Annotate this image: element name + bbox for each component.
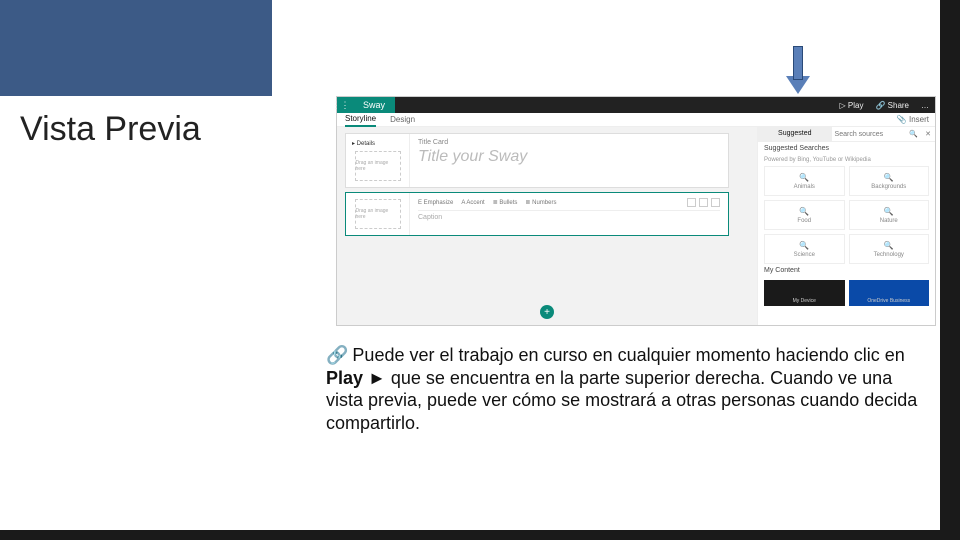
insert-button[interactable]: 📎 Insert <box>897 113 929 127</box>
storyline-area: ▸ Details Drag an image here Title Card … <box>337 127 757 325</box>
delete-icon[interactable] <box>711 198 720 207</box>
slide-title: Vista Previa <box>20 110 201 149</box>
tab-storyline[interactable]: Storyline <box>345 113 376 127</box>
suggested-item[interactable]: 🔍Food <box>764 200 845 230</box>
close-icon[interactable]: ✕ <box>921 127 935 141</box>
details-toggle[interactable]: ▸ Details <box>352 140 375 147</box>
title-card[interactable]: ▸ Details Drag an image here Title Card … <box>345 133 729 188</box>
search-icon: 🔍 <box>884 173 894 182</box>
panel-hint: Powered by Bing, YouTube or Wikipedia <box>758 154 935 166</box>
numbers-button[interactable]: ≣ Numbers <box>525 199 556 206</box>
search-icon[interactable]: 🔍 <box>909 130 918 138</box>
suggested-item[interactable]: 🔍Technology <box>849 234 930 264</box>
waffle-icon[interactable]: ⋮⋮⋮ <box>337 97 353 113</box>
search-icon: 🔍 <box>884 207 894 216</box>
right-strip <box>940 96 960 540</box>
more-icon[interactable]: … <box>915 101 935 110</box>
slide-body: 🔗Puede ver el trabajo en curso en cualqu… <box>326 344 926 434</box>
play-button[interactable]: ▷ Play <box>834 101 870 110</box>
share-button[interactable]: 🔗 Share <box>869 101 915 110</box>
accent-button[interactable]: A Accent <box>461 200 484 206</box>
sway-tabs: Storyline Design 📎 Insert <box>337 113 935 127</box>
slide: Vista Previa ⋮⋮⋮ Sway ▷ Play 🔗 Share … S… <box>0 0 940 530</box>
link-icon[interactable] <box>687 198 696 207</box>
sway-topbar: ⋮⋮⋮ Sway ▷ Play 🔗 Share … <box>337 97 935 113</box>
sway-screenshot: ⋮⋮⋮ Sway ▷ Play 🔗 Share … Storyline Desi… <box>336 96 936 326</box>
pointer-arrow <box>786 46 810 94</box>
panel-tab-suggested[interactable]: Suggested <box>758 127 832 141</box>
suggested-item[interactable]: 🔍Backgrounds <box>849 166 930 196</box>
side-bar <box>0 0 272 96</box>
search-icon: 🔍 <box>799 173 809 182</box>
search-icon: 🔍 <box>799 241 809 250</box>
text-toolbar: E Emphasize A Accent ≣ Bullets ≣ Numbers <box>418 198 720 211</box>
insert-panel: Suggested Search sources 🔍 ✕ Suggested S… <box>757 127 935 325</box>
mycontent-onedrive[interactable]: OneDrive Business <box>849 280 930 306</box>
brand-label: Sway <box>353 97 395 113</box>
image-dropzone[interactable]: Drag an image here <box>355 199 401 229</box>
search-input[interactable]: Search sources <box>835 131 884 138</box>
search-icon: 🔍 <box>799 207 809 216</box>
mycontent-device[interactable]: My Device <box>764 280 845 306</box>
text-card[interactable]: Drag an image here E Emphasize A Accent … <box>345 192 729 236</box>
suggested-item[interactable]: 🔍Nature <box>849 200 930 230</box>
suggested-item[interactable]: 🔍Science <box>764 234 845 264</box>
card-label: Title Card <box>418 139 720 146</box>
caption-input[interactable]: Caption <box>418 214 720 221</box>
add-card-button[interactable]: + <box>540 305 554 319</box>
search-icon: 🔍 <box>884 241 894 250</box>
bullet-icon: 🔗 <box>326 345 348 365</box>
heading-icon[interactable] <box>699 198 708 207</box>
suggested-item[interactable]: 🔍Animals <box>764 166 845 196</box>
section-suggested: Suggested Searches <box>758 142 935 154</box>
section-mycontent: My Content <box>758 264 935 276</box>
tab-design[interactable]: Design <box>390 115 415 124</box>
emphasize-button[interactable]: E Emphasize <box>418 200 453 206</box>
image-dropzone[interactable]: Drag an image here <box>355 151 401 181</box>
title-input[interactable]: Title your Sway <box>418 148 720 166</box>
bullets-button[interactable]: ≣ Bullets <box>493 199 518 206</box>
